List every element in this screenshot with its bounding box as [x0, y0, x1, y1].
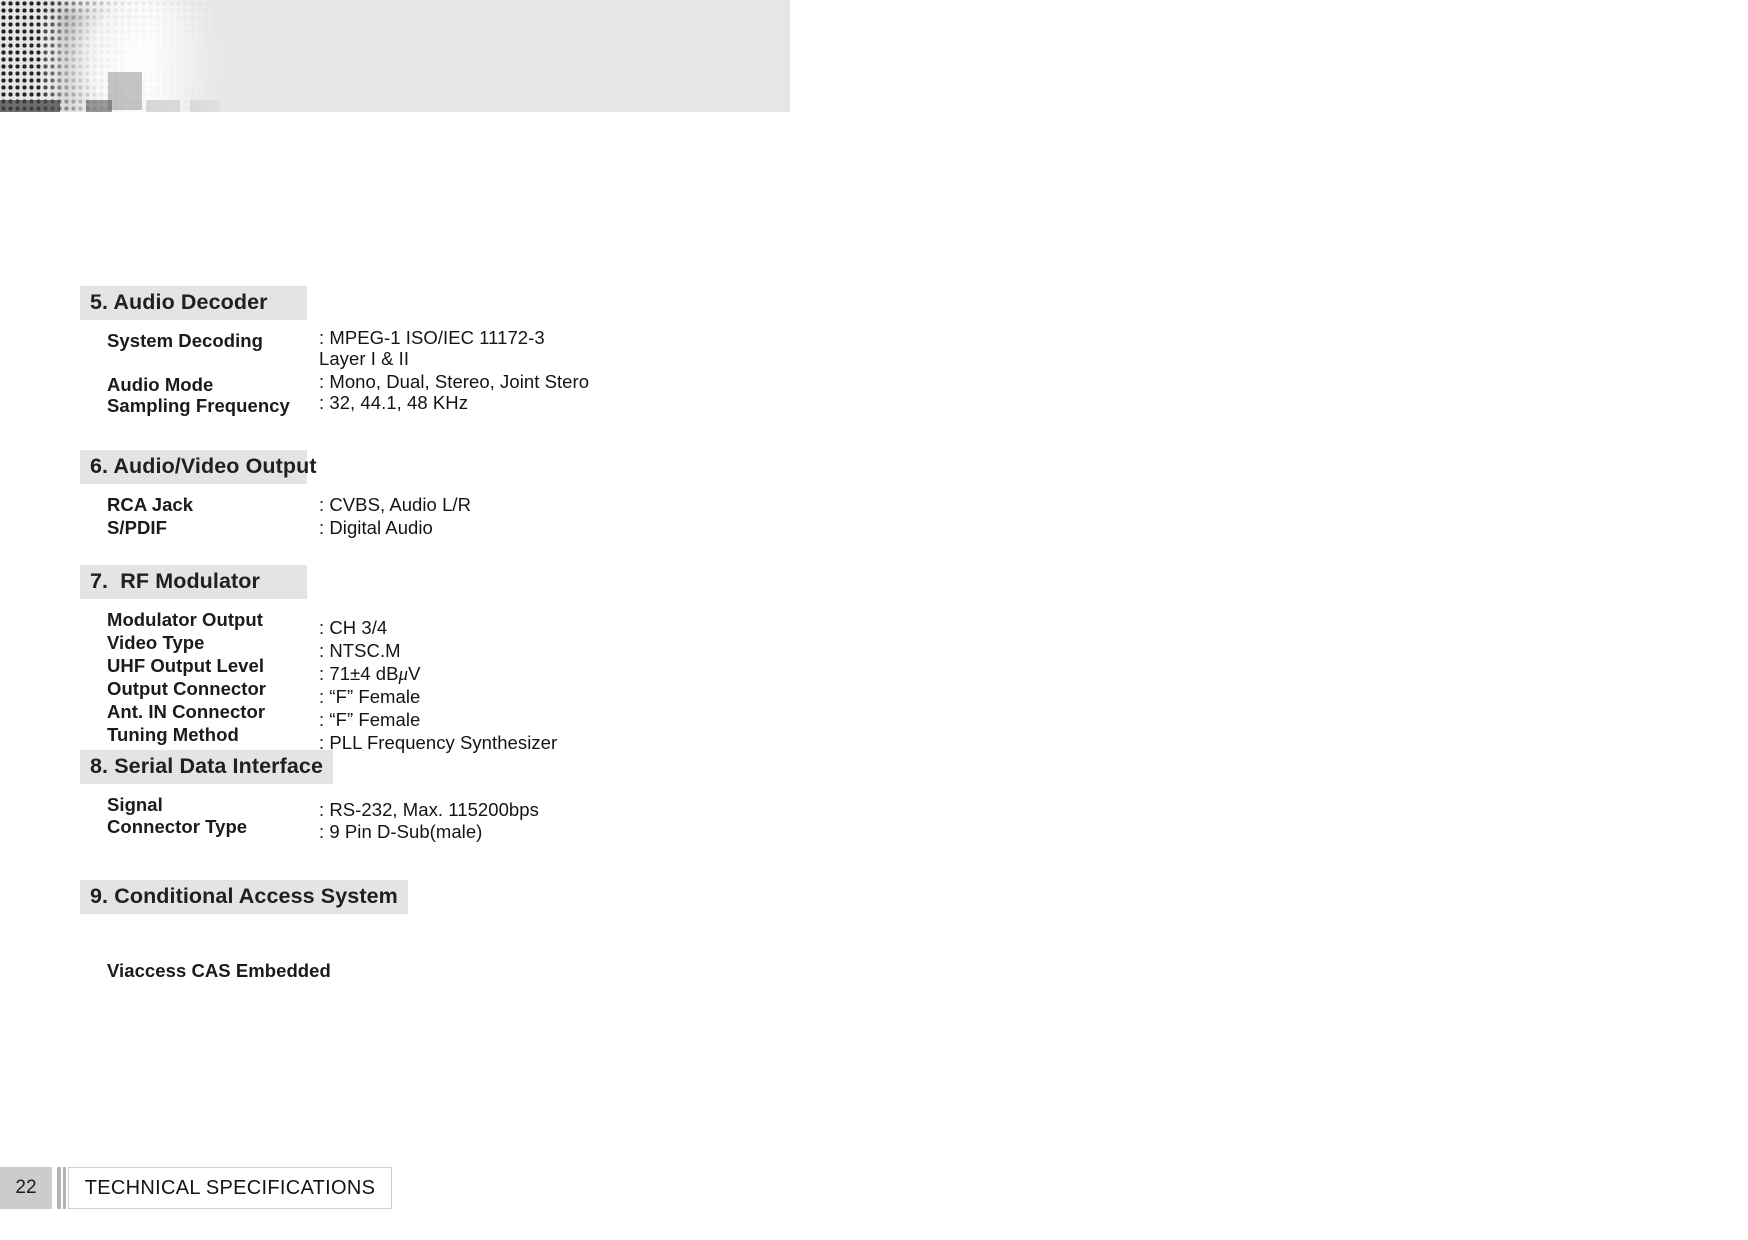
spec-value: : “F” Female [319, 708, 421, 730]
footer-title: TECHNICAL SPECIFICATIONS [68, 1167, 392, 1209]
spec-label: Viaccess CAS Embedded [107, 959, 331, 981]
spec-label: Audio Mode [107, 373, 214, 395]
section-heading: 9. Conditional Access System [80, 880, 408, 914]
spec-row-group: Signal : RS-232, Max. 115200bps Connector … [80, 793, 539, 845]
spec-value: : PLL Frequency Synthesizer [319, 731, 558, 753]
header-square-5 [0, 100, 60, 112]
page-number: 22 [0, 1167, 52, 1209]
spec-label: Connector Type [107, 815, 248, 837]
section-heading: 8. Serial Data Interface [80, 750, 334, 784]
spec-value: : 71±4 dBμV [319, 663, 421, 686]
spec-value-text: : 71±4 dB [319, 662, 399, 684]
spec-label: Tuning Method [107, 723, 239, 745]
page-footer: 22 TECHNICAL SPECIFICATIONS [0, 1167, 440, 1209]
section-heading: 6. Audio/Video Output [80, 450, 317, 484]
header-halftone-graphic [0, 0, 250, 112]
header-banner [0, 0, 790, 112]
header-square-2 [86, 100, 112, 112]
section-heading: 7. RF Modulator [80, 565, 307, 599]
spec-row-group: Viaccess CAS Embedded [80, 924, 408, 984]
spec-section: 6. Audio/Video Output RCA Jack : CVBS, Aud… [80, 450, 471, 541]
spec-label: Signal [107, 793, 163, 815]
spec-section: 7. RF Modulator Modulator Output : CH 3/4 V… [80, 565, 557, 756]
micro-symbol: μ [398, 663, 409, 685]
spec-label: RCA Jack [107, 493, 194, 515]
section-heading: 5. Audio Decoder [80, 286, 307, 320]
spec-value: : “F” Female [319, 685, 421, 707]
spec-value: : CVBS, Audio L/R [319, 493, 472, 515]
spec-section: 8. Serial Data Interface Signal : RS-232, … [80, 750, 539, 845]
footer-divider-bar-2 [63, 1167, 66, 1209]
spec-value: : NTSC.M [319, 639, 401, 661]
header-fade-overlay [150, 0, 250, 112]
spec-label: Ant. IN Connector [107, 700, 266, 722]
spec-row-group: System Decoding: MPEG-1 ISO/IEC 11172-3 … [80, 327, 589, 419]
spec-section: 9. Conditional Access System Viaccess CAS… [80, 880, 408, 984]
spec-value: : Digital Audio [319, 516, 433, 538]
spec-value: Layer I & II [319, 347, 410, 369]
spec-label: S/PDIF [107, 516, 167, 538]
spec-value-unit: V [408, 662, 421, 684]
spec-label: Modulator Output [107, 608, 263, 630]
spec-value: : 32, 44.1, 48 KHz [319, 391, 468, 413]
header-square-1 [108, 72, 142, 110]
spec-section: 5. Audio Decoder System Decoding : MPEG-1 … [80, 286, 589, 419]
spec-row-group: Modulator Output : CH 3/4 Video Type : NTSC… [80, 608, 557, 756]
spec-value: : Mono, Dual, Stereo, Joint Stero [319, 370, 590, 392]
spec-label: Sampling Frequency [107, 394, 290, 416]
spec-label: Video Type [107, 631, 205, 653]
spec-value: : CH 3/4 [319, 616, 388, 638]
spec-label: UHF Output Level [107, 654, 265, 676]
spec-row-group: RCA Jack : CVBS, Audio L/R S/PDIF : Digital… [80, 493, 471, 541]
footer-divider-bar-1 [57, 1167, 61, 1209]
spec-label: Output Connector [107, 677, 267, 699]
spec-value: : RS-232, Max. 115200bps [319, 798, 539, 820]
spec-value: : 9 Pin D-Sub(male) [319, 820, 483, 842]
spec-label: System Decoding [107, 329, 263, 351]
spec-value: : MPEG-1 ISO/IEC 11172-3 [319, 326, 545, 348]
